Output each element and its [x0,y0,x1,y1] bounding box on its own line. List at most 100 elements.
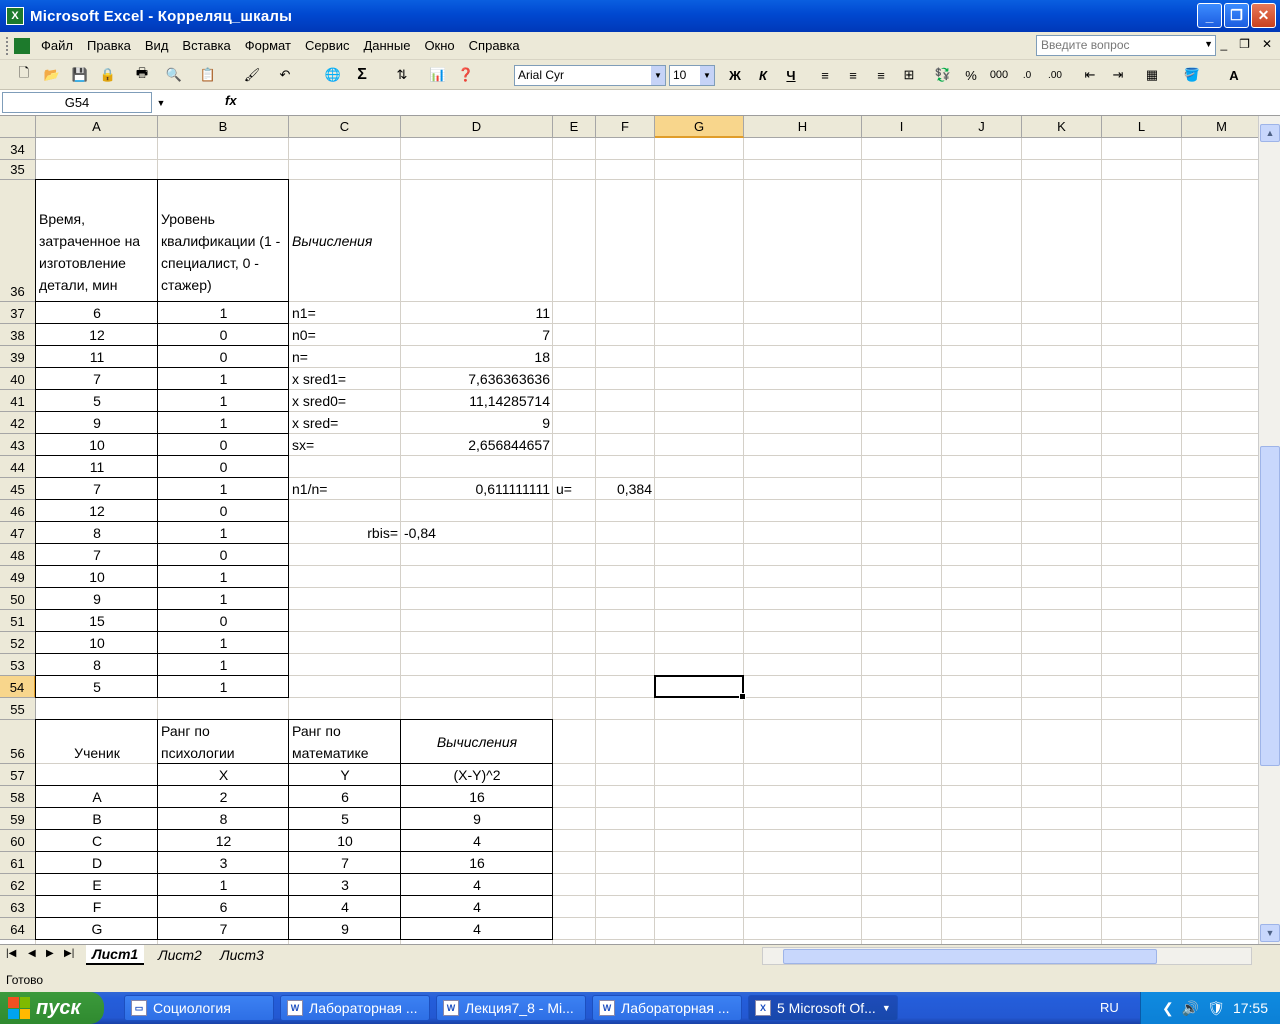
menu-help[interactable]: Справка [462,38,527,53]
column-header-h[interactable]: H [744,116,862,138]
column-header-e[interactable]: E [553,116,596,138]
function-icon[interactable]: fx [225,93,237,108]
row-header-48[interactable]: 48 [0,544,36,566]
level-value[interactable]: 1 [158,588,289,610]
row-header-38[interactable]: 38 [0,324,36,346]
calc-label[interactable]: n0= [289,324,401,346]
calc-label[interactable]: rbis= [289,522,401,544]
scroll-up-icon[interactable]: ▲ [1260,124,1280,142]
permission-icon[interactable]: 🔒 [98,65,118,85]
task-folder[interactable]: ▭ Социология [124,995,274,1021]
level-value[interactable]: 0 [158,610,289,632]
sheet-tab-2[interactable]: Лист2 [152,945,208,965]
undo-icon[interactable]: ↶ [275,65,295,85]
level-value[interactable]: 1 [158,522,289,544]
time-value[interactable]: 12 [36,324,158,346]
time-value[interactable]: 9 [36,588,158,610]
borders-icon[interactable]: ▦ [1142,65,1162,85]
toolbar-grip-icon[interactable] [6,36,10,55]
column-header-k[interactable]: K [1022,116,1102,138]
task-word-2[interactable]: W Лекция7_8 - Mi... [436,995,586,1021]
level-value[interactable]: 0 [158,500,289,522]
autosum-icon[interactable]: Σ [352,65,372,85]
calc-label[interactable]: x sred= [289,412,401,434]
calc-value[interactable]: 11,14285714 [401,390,553,412]
column-header-f[interactable]: F [596,116,655,138]
scroll-thumb[interactable] [1260,446,1280,766]
sound-icon[interactable]: 🔊 [1182,1000,1199,1017]
select-all-corner[interactable] [0,116,36,138]
increase-indent-icon[interactable]: ⇥ [1108,65,1128,85]
row-header-53[interactable]: 53 [0,654,36,676]
format-painter-icon[interactable]: 🖌 [242,65,262,85]
diff-squared[interactable]: 4 [401,918,553,940]
time-value[interactable]: 12 [36,500,158,522]
calc-value[interactable]: 9 [401,412,553,434]
row-header-45[interactable]: 45 [0,478,36,500]
diff-squared[interactable]: 9 [401,808,553,830]
diff-squared[interactable]: 4 [401,830,553,852]
level-value[interactable]: 1 [158,390,289,412]
rank-x[interactable]: 8 [158,808,289,830]
increase-decimal-icon[interactable]: .0 [1017,65,1037,85]
student-name[interactable]: B [36,808,158,830]
doc-close-icon[interactable]: ✕ [1262,37,1272,51]
calc-value[interactable]: 7,636363636 [401,368,553,390]
header-psy[interactable]: Ранг по психологии [158,720,289,764]
row-header-50[interactable]: 50 [0,588,36,610]
thousands-button[interactable]: 000 [989,65,1009,85]
print-icon[interactable]: 🖶 [132,65,152,85]
calc-label[interactable]: x sred0= [289,390,401,412]
row-header-40[interactable]: 40 [0,368,36,390]
student-name[interactable]: G [36,918,158,940]
row-header-51[interactable]: 51 [0,610,36,632]
calc-label[interactable]: u= [553,478,596,500]
level-value[interactable]: 0 [158,346,289,368]
row-header-37[interactable]: 37 [0,302,36,324]
row-header-35[interactable]: 35 [0,160,36,180]
row-header-60[interactable]: 60 [0,830,36,852]
first-sheet-icon[interactable]: |◀ [6,948,16,959]
header-time[interactable]: Время, затраченное на изготовление детал… [36,180,158,302]
header-math[interactable]: Ранг по математике [289,720,401,764]
row-header-36[interactable]: 36 [0,180,36,302]
vertical-scrollbar[interactable]: ▲ ▼ [1258,116,1280,944]
level-value[interactable]: 0 [158,456,289,478]
header-student[interactable]: Ученик [36,720,158,786]
active-cell[interactable] [654,675,746,700]
row-header-42[interactable]: 42 [0,412,36,434]
decrease-decimal-icon[interactable]: .00 [1045,65,1065,85]
time-value[interactable]: 11 [36,346,158,368]
calc-value[interactable]: 11 [401,302,553,324]
doc-minimize-icon[interactable]: _ [1220,37,1227,51]
spreadsheet-grid[interactable]: ABCDEFGHIJKLM 34 35 36 37 38 39 40 41 42 43 44 45 46… [0,116,1258,944]
paste-icon[interactable]: 📋 [198,65,218,85]
student-name[interactable]: C [36,830,158,852]
h-scroll-thumb[interactable] [783,949,1157,964]
underline-button[interactable]: Ч [781,65,801,85]
student-name[interactable]: A [36,786,158,808]
column-header-a[interactable]: A [36,116,158,138]
calc-label[interactable]: n1= [289,302,401,324]
time-value[interactable]: 5 [36,390,158,412]
menu-format[interactable]: Формат [238,38,298,53]
currency-icon[interactable]: 💱 [933,65,953,85]
time-value[interactable]: 15 [36,610,158,632]
column-header-m[interactable]: M [1182,116,1258,138]
align-right-icon[interactable]: ≡ [871,65,891,85]
prev-sheet-icon[interactable]: ◀ [28,948,36,959]
menu-view[interactable]: Вид [138,38,176,53]
time-value[interactable]: 6 [36,302,158,324]
open-icon[interactable]: 📂 [42,65,62,85]
row-header-64[interactable]: 64 [0,918,36,940]
rank-y[interactable]: 5 [289,808,401,830]
task-word-3[interactable]: W Лабораторная ... [592,995,742,1021]
rank-x[interactable]: 3 [158,852,289,874]
percent-button[interactable]: % [961,65,981,85]
align-left-icon[interactable]: ≡ [815,65,835,85]
font-name-select[interactable]: Arial Cyr ▼ [514,65,666,86]
tray-arrow-icon[interactable]: ❮ [1162,1000,1174,1017]
row-header-46[interactable]: 46 [0,500,36,522]
decrease-indent-icon[interactable]: ⇤ [1080,65,1100,85]
time-value[interactable]: 7 [36,544,158,566]
